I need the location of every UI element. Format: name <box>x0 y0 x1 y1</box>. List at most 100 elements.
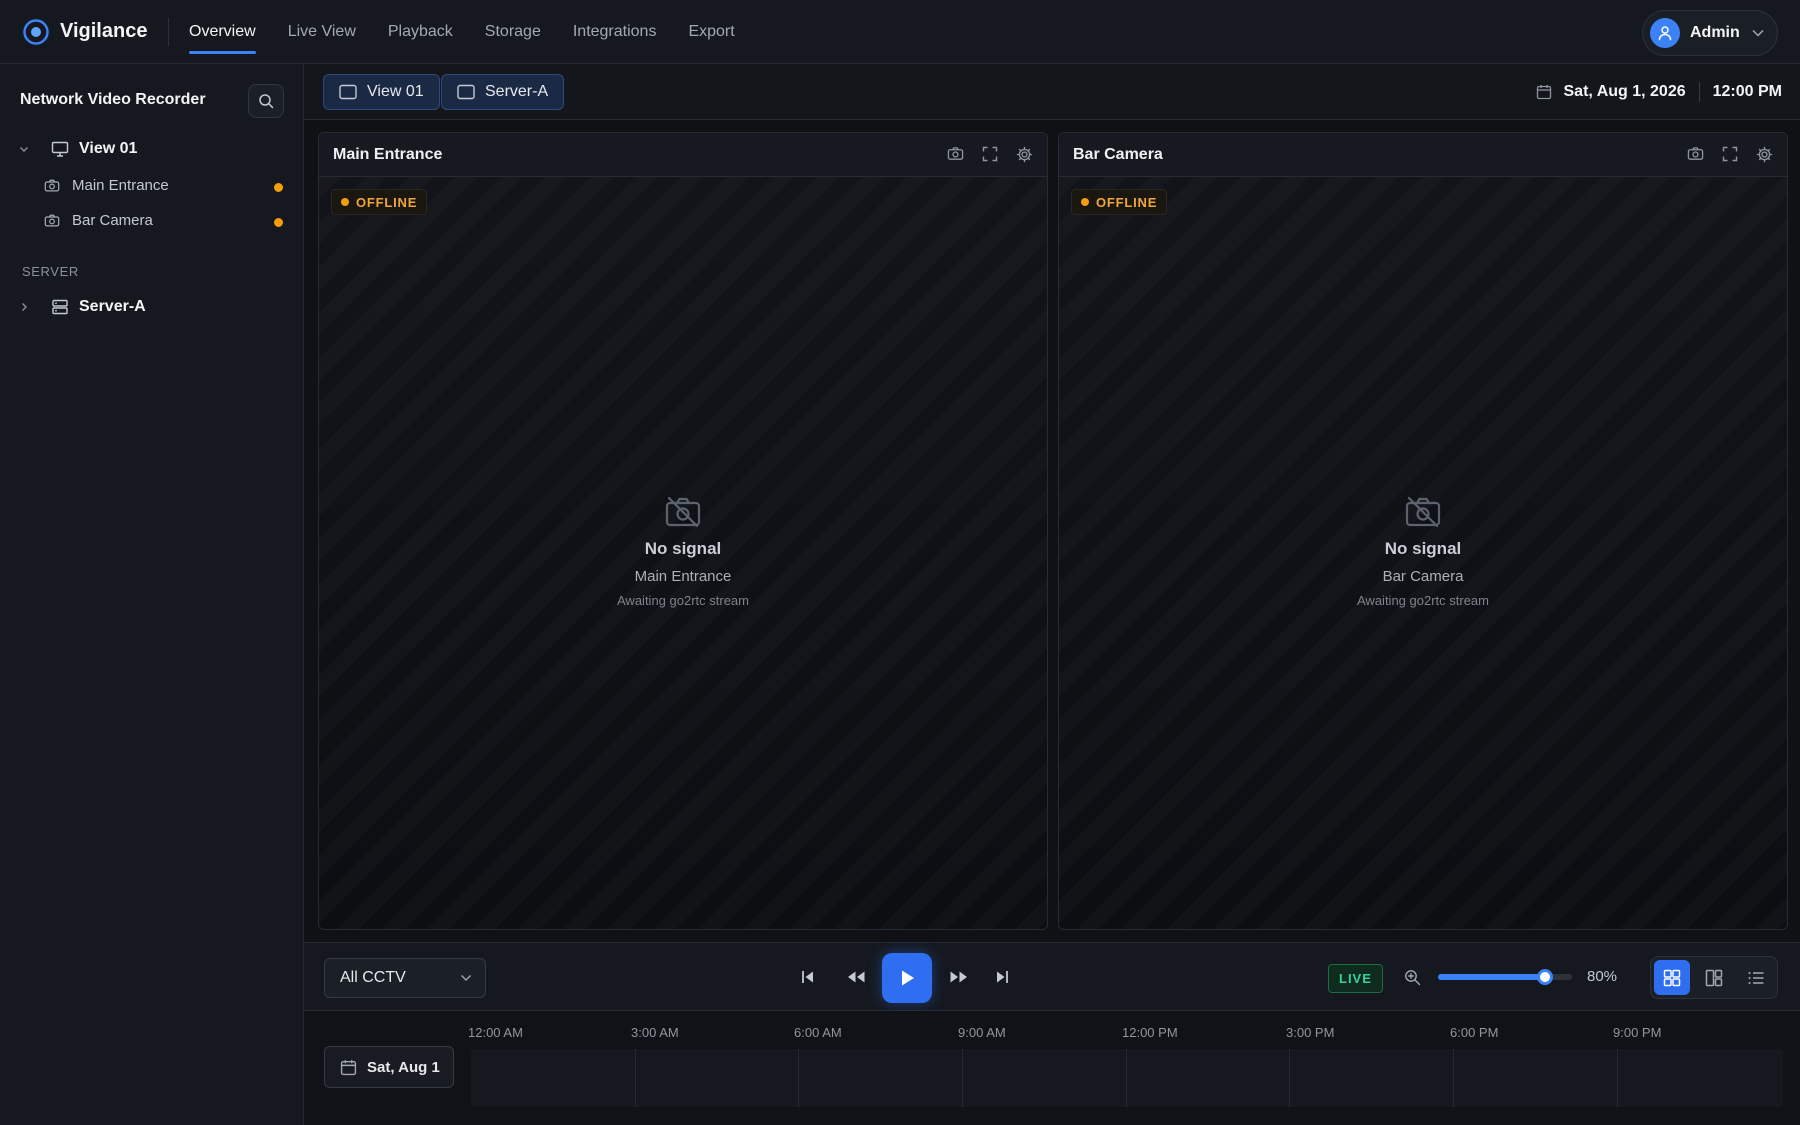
camera-off-icon <box>1405 496 1441 528</box>
offline-dot <box>341 198 349 206</box>
tree-item-server[interactable]: Server-A <box>18 298 146 316</box>
timeline-date-label: Sat, Aug 1 <box>367 1058 440 1076</box>
fast-forward-icon[interactable] <box>948 969 970 985</box>
playback-controls: All CCTV LIVE 80% <box>304 942 1800 1011</box>
tab-label: Server-A <box>485 83 549 100</box>
nav-export[interactable]: Export <box>688 0 734 64</box>
camera-icon <box>44 179 60 192</box>
status-badge: OFFLINE <box>331 189 428 215</box>
layout-switcher <box>1650 956 1778 999</box>
timeline-tick-label: 12:00 PM <box>1122 1025 1178 1040</box>
zoom-slider[interactable] <box>1438 969 1572 985</box>
timeline-tick-label: 6:00 PM <box>1450 1025 1499 1040</box>
calendar-icon <box>1536 85 1551 100</box>
tree-item-view[interactable]: View 01 <box>18 140 137 158</box>
snapshot-camera-icon[interactable] <box>947 146 964 162</box>
zoom-in-icon <box>1405 970 1421 986</box>
timeline-tick-label: 12:00 AM <box>468 1025 523 1040</box>
status-badge: OFFLINE <box>1071 189 1168 215</box>
snapshot-camera-icon[interactable] <box>1687 146 1704 162</box>
sidebar-title: Network Video Recorder <box>20 91 206 108</box>
chevron-down-icon[interactable] <box>18 143 30 155</box>
server-icon <box>52 299 68 315</box>
square-icon <box>339 84 357 100</box>
square-icon <box>457 84 475 100</box>
list-icon <box>1748 971 1764 984</box>
time-text: 12:00 PM <box>1712 83 1782 100</box>
datetime-display[interactable]: Sat, Aug 1, 2026 12:00 PM <box>1536 82 1782 102</box>
no-signal-placeholder: No signal Main Entrance Awaiting go2rtc … <box>319 495 1047 608</box>
camera-tile-main-entrance[interactable]: Main Entrance OFFLINE No signal Main Ent… <box>318 132 1048 930</box>
topbar-divider <box>168 17 169 46</box>
video-feed-area[interactable]: OFFLINE No signal Bar Camera Awaiting go… <box>1059 177 1787 929</box>
timeline: Sat, Aug 1 12:00 AM 3:00 AM 6:00 AM 9:00… <box>304 1011 1800 1125</box>
tile-title: Main Entrance <box>333 145 443 163</box>
zoom-slider-thumb[interactable] <box>1537 969 1553 985</box>
status-badge-label: OFFLINE <box>356 194 418 210</box>
cctv-filter-select[interactable]: All CCTV <box>324 958 486 998</box>
chevron-right-icon[interactable] <box>18 301 30 313</box>
rewind-icon[interactable] <box>845 969 867 985</box>
gear-icon[interactable] <box>1756 146 1773 163</box>
chevron-down-icon <box>1752 29 1764 37</box>
section-label-server: SERVER <box>22 264 79 279</box>
brand[interactable]: Vigilance <box>0 18 168 46</box>
top-bar: Vigilance Overview Live View Playback St… <box>0 0 1800 64</box>
play-icon <box>902 970 914 986</box>
live-button[interactable]: LIVE <box>1328 964 1383 993</box>
timeline-tick-label: 9:00 AM <box>958 1025 1006 1040</box>
fullscreen-icon[interactable] <box>1722 146 1738 162</box>
avatar <box>1650 18 1680 48</box>
tree-item-label: Main Entrance <box>72 177 169 194</box>
tab-view-01[interactable]: View 01 <box>323 74 440 110</box>
gear-icon[interactable] <box>1016 146 1033 163</box>
sidebar: Network Video Recorder View 01 Main Entr… <box>0 64 304 1125</box>
date-text: Sat, Aug 1, 2026 <box>1563 83 1686 100</box>
datetime-divider <box>1698 82 1700 102</box>
tree-item-label: View 01 <box>79 140 138 157</box>
offline-dot <box>1081 198 1089 206</box>
no-signal-subtitle: Awaiting go2rtc stream <box>617 593 749 608</box>
nav-overview[interactable]: Overview <box>189 0 256 64</box>
play-button[interactable] <box>882 953 932 1003</box>
nav-storage[interactable]: Storage <box>485 0 541 64</box>
skip-to-end-icon[interactable] <box>994 969 1010 985</box>
zoom-slider-fill <box>1438 974 1545 980</box>
timeline-gridline <box>1617 1049 1618 1107</box>
nav-integrations[interactable]: Integrations <box>573 0 657 64</box>
timeline-tick-label: 3:00 AM <box>631 1025 679 1040</box>
nav-live-view[interactable]: Live View <box>288 0 356 64</box>
camera-icon <box>44 214 60 227</box>
grid-icon <box>1663 969 1681 986</box>
tree-item-label: Server-A <box>79 298 146 315</box>
layout-list-button[interactable] <box>1738 960 1774 995</box>
zoom-value: 80% <box>1587 968 1618 985</box>
status-dot-bar-camera <box>274 218 283 227</box>
user-menu[interactable]: Admin <box>1642 10 1778 56</box>
timeline-gridline <box>962 1049 963 1107</box>
no-signal-subtitle: Awaiting go2rtc stream <box>1357 593 1489 608</box>
video-feed-area[interactable]: OFFLINE No signal Main Entrance Awaiting… <box>319 177 1047 929</box>
tile-header: Main Entrance <box>319 133 1047 177</box>
cctv-filter-value: All CCTV <box>340 969 406 986</box>
layout-split-button[interactable] <box>1696 960 1732 995</box>
nav-playback[interactable]: Playback <box>388 0 453 64</box>
sidebar-search-button[interactable] <box>248 84 284 118</box>
skip-to-start-icon[interactable] <box>800 969 816 985</box>
timeline-gridline <box>1289 1049 1290 1107</box>
layout-grid-button[interactable] <box>1654 960 1690 995</box>
calendar-icon <box>340 1059 357 1075</box>
timeline-tick-label: 9:00 PM <box>1613 1025 1662 1040</box>
tile-header: Bar Camera <box>1059 133 1787 177</box>
tree-item-bar-camera[interactable]: Bar Camera <box>44 212 153 229</box>
tree-item-main-entrance[interactable]: Main Entrance <box>44 177 169 194</box>
timeline-tick-label: 3:00 PM <box>1286 1025 1335 1040</box>
timeline-gridline <box>1126 1049 1127 1107</box>
camera-off-icon <box>665 496 701 528</box>
camera-tile-bar-camera[interactable]: Bar Camera OFFLINE No signal Bar Camera … <box>1058 132 1788 930</box>
fullscreen-icon[interactable] <box>982 146 998 162</box>
timeline-tick-label: 6:00 AM <box>794 1025 842 1040</box>
tab-server-a[interactable]: Server-A <box>441 74 565 110</box>
timeline-track[interactable] <box>471 1049 1783 1107</box>
timeline-date-button[interactable]: Sat, Aug 1 <box>324 1046 454 1088</box>
